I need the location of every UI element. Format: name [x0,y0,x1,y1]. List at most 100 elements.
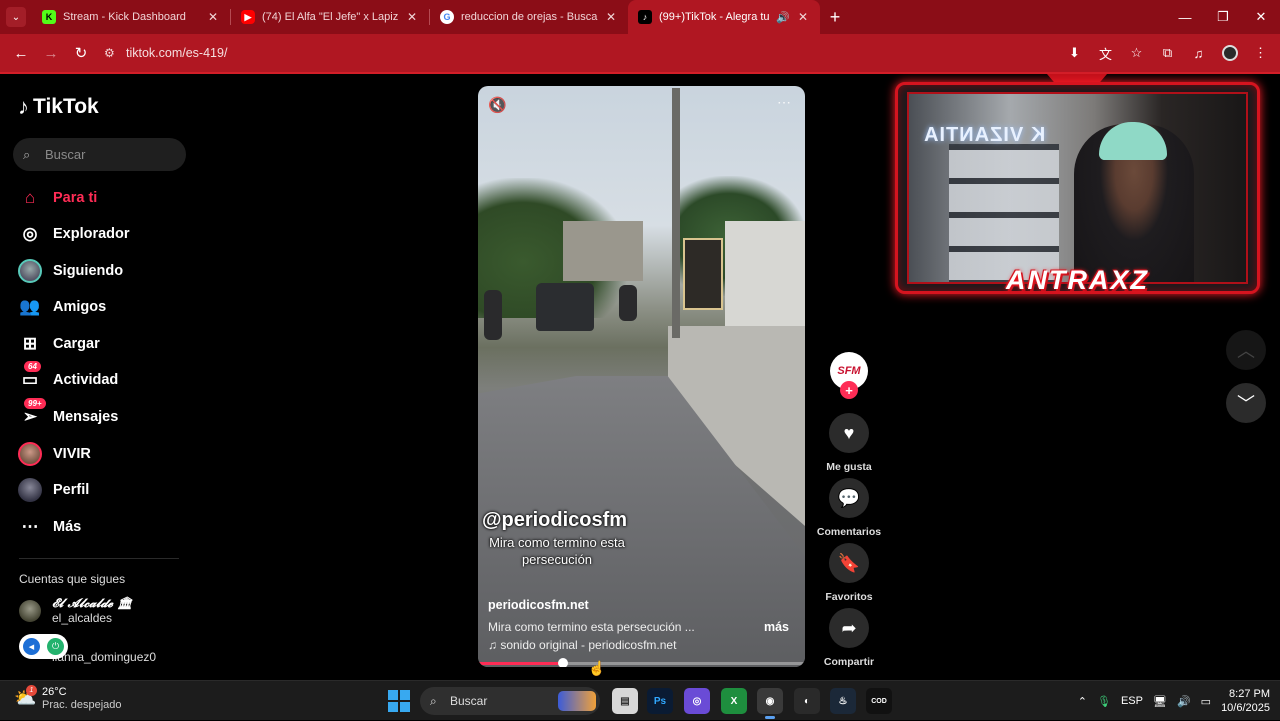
nav-actividad[interactable]: ▭ 64 Actividad [18,361,118,394]
nav-label: Explorador [53,226,130,242]
follow-plus-button[interactable]: + [840,381,858,399]
messages-icon: ➢ 99+ [18,398,46,429]
chevron-down-icon: ⌄ [6,7,26,27]
comment-icon: 💬 [829,478,869,518]
share-label: Compartir [823,656,875,668]
windows-start-icon[interactable] [388,690,410,712]
mute-icon[interactable]: 🔇 [488,96,507,114]
comments-button[interactable]: 💬 Comentarios [809,478,889,538]
speaker-icon[interactable]: 🔊 [776,11,790,24]
tab-search-button[interactable]: ⌄ [0,0,32,34]
tab-tiktok[interactable]: ♪ (99+)TikTok - Alegra tu día 🔊 ✕ [628,0,820,34]
clock[interactable]: 8:27 PM 10/6/2025 [1221,687,1270,715]
media-controls-icon[interactable]: ♫ [1185,40,1212,67]
reload-icon[interactable]: ↻ [66,38,96,68]
translate-icon[interactable]: 文 [1092,40,1119,67]
new-tab-button[interactable]: + [820,7,850,28]
compass-icon: ◎ [22,224,38,243]
microphone-icon[interactable]: 🎙 [1097,695,1111,708]
nav-para-ti[interactable]: ⌂ Para ti [18,184,97,212]
chevron-up-icon[interactable]: ⌃ [1078,695,1087,708]
browser-tab-bar: ⌄ K Stream - Kick Dashboard ✕ ▶ (74) El … [0,0,1280,34]
weather-condition: Prac. despejado [42,699,122,711]
more-options-icon[interactable]: ⋯ [777,94,791,111]
avatar [19,599,41,622]
video-progress-bar[interactable] [478,658,805,667]
chrome-icon[interactable]: ◉ [757,688,783,719]
previous-video-button[interactable]: ︿ [1226,330,1266,370]
search-input[interactable]: ⌕ Buscar [13,138,186,171]
webcam-feed: K VIZANTIA [907,92,1248,284]
tiktok-logo[interactable]: ♪ TikTok [18,94,99,120]
share-arrow-icon: ➦ [829,608,869,648]
weather-widget[interactable]: ⛅ 1 26°C Prac. despejado [14,685,122,712]
video-author[interactable]: periodicosfm.net [488,598,589,612]
nav-perfil[interactable]: Perfil [18,476,89,504]
install-app-icon[interactable]: ⬇ [1061,40,1088,67]
nav-siguiendo[interactable]: Siguiendo [18,257,123,285]
app-icon[interactable]: ◎ [684,688,710,714]
file-explorer-icon[interactable]: ▤ [612,688,638,714]
nav-cargar[interactable]: ⊞ Cargar [18,330,100,358]
close-icon[interactable]: ✕ [405,10,419,24]
language-indicator[interactable]: ESP [1121,695,1143,707]
url-field[interactable]: ⚙ tiktok.com/es-419/ [104,38,1061,68]
windows-taskbar: ⛅ 1 26°C Prac. despejado ⌕ Buscar ▤ Ps ◎ … [0,680,1280,720]
close-icon[interactable]: ✕ [604,10,618,24]
taskbar-search-label: Buscar [450,694,488,708]
tiktok-sidebar: ♪ TikTok ⌕ Buscar ⌂ Para ti ◎ Explorador… [0,74,200,680]
logo-text: TikTok [33,95,99,118]
taskbar-search[interactable]: ⌕ Buscar [420,687,600,715]
clock-date: 10/6/2025 [1221,702,1270,714]
weather-cloud-icon: ⛅ 1 [14,685,37,708]
account-username: el_alcaldes [52,611,113,625]
tab-kick[interactable]: K Stream - Kick Dashboard ✕ [32,0,230,34]
video-player[interactable]: 🔇 ⋯ @periodicosfm Mira como termino esta… [478,86,805,667]
share-button[interactable]: ➦ Compartir [809,608,889,668]
neon-sign: K VIZANTIA [923,124,1046,146]
favorites-button[interactable]: 🔖 Favoritos [809,543,889,603]
next-video-button[interactable]: ﹀ [1226,383,1266,423]
tab-youtube[interactable]: ▶ (74) El Alfa "El Jefe" x Lapiz Con ✕ [231,0,429,34]
menu-kebab-icon[interactable]: ⋮ [1247,40,1274,67]
following-account[interactable]: lianna_dominguez0 [52,650,156,664]
steam-icon[interactable]: ♨ [830,688,856,714]
music-link[interactable]: ♫ sonido original - periodicosfm.net [488,638,676,652]
battery-icon[interactable]: ▭ [1201,695,1211,708]
nav-vivir[interactable]: VIVIR [18,440,91,468]
maximize-icon[interactable]: ❐ [1204,0,1242,34]
site-info-icon[interactable]: ⚙ [104,46,126,60]
minimize-icon[interactable]: — [1166,0,1204,34]
nav-explorador[interactable]: ◎ Explorador [18,220,130,248]
photoshop-icon[interactable]: Ps [647,688,673,714]
profile-icon[interactable] [1216,40,1243,67]
tab-google[interactable]: G reduccion de orejas - Buscar co ✕ [430,0,628,34]
nav-label: VIVIR [53,446,91,462]
bookmark-star-icon[interactable]: ☆ [1123,40,1150,67]
progress-handle[interactable] [558,658,569,667]
clock-time: 8:27 PM [1229,688,1270,700]
forward-icon[interactable]: → [36,38,66,68]
obs-icon[interactable]: ◐ [794,688,820,714]
nav-mas[interactable]: ⋯ Más [18,513,82,541]
game-icon[interactable]: COD [866,688,892,714]
extensions-icon[interactable]: ⧉ [1154,40,1181,67]
xbox-icon[interactable]: X [721,688,747,714]
more-description-link[interactable]: más [764,620,789,634]
like-button[interactable]: ♥ Me gusta [809,413,889,473]
tab-title: (74) El Alfa "El Jefe" x Lapiz Con [262,11,399,23]
close-icon[interactable]: ✕ [206,10,220,24]
video-description: Mira como termino esta persecución ... [488,620,695,634]
search-icon: ⌕ [23,146,31,162]
overlay-toggle-widget[interactable]: ◀ ⏻ [19,634,68,659]
heart-icon: ♥ [829,413,869,453]
like-label: Me gusta [826,461,872,473]
network-icon[interactable]: 🖥 [1153,695,1167,708]
back-icon[interactable]: ← [6,38,36,68]
close-window-icon[interactable]: ✕ [1242,0,1280,34]
volume-icon[interactable]: 🔊 [1177,695,1191,708]
nav-amigos[interactable]: 👥 Amigos [18,293,106,321]
following-account[interactable]: 𝓔𝓵 𝓐𝓵𝓬𝓪𝓵𝓭𝓮 🏛 el_alcaldes [19,596,132,625]
close-icon[interactable]: ✕ [796,10,810,24]
nav-mensajes[interactable]: ➢ 99+ Mensajes [18,398,118,431]
